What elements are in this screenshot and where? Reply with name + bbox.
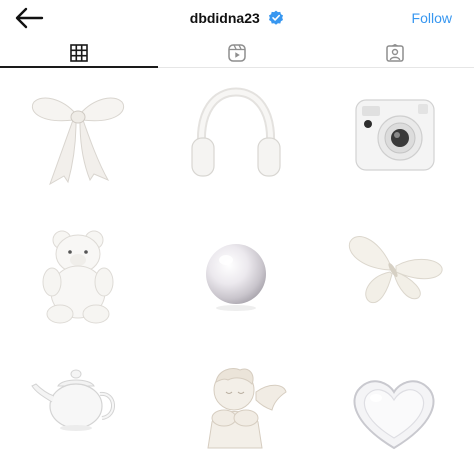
butterfly-icon xyxy=(348,236,443,304)
tagged-icon xyxy=(386,44,404,62)
tab-tagged[interactable] xyxy=(316,38,474,68)
bow-icon xyxy=(32,97,124,186)
headphones-icon xyxy=(191,87,281,177)
profile-screen: dbdidna23 Follow xyxy=(0,0,474,474)
teapot-icon xyxy=(31,369,115,431)
post-tile[interactable] xyxy=(316,206,472,336)
reels-icon xyxy=(228,44,246,62)
instant-camera-icon xyxy=(355,99,435,171)
post-grid xyxy=(0,70,474,474)
verified-badge-icon xyxy=(269,10,284,25)
profile-title: dbdidna23 xyxy=(0,8,474,28)
heart-glass-icon xyxy=(353,380,435,450)
username: dbdidna23 xyxy=(189,10,260,26)
pearl-icon xyxy=(206,244,266,311)
post-tile[interactable] xyxy=(158,342,314,472)
profile-header: dbdidna23 Follow xyxy=(0,0,474,36)
post-tile[interactable] xyxy=(0,206,156,336)
profile-tabs xyxy=(0,38,474,68)
teddy-bear-icon xyxy=(42,230,114,324)
tab-reels[interactable] xyxy=(158,38,316,68)
follow-button[interactable]: Follow xyxy=(412,8,452,28)
post-tile[interactable] xyxy=(158,70,314,200)
grid-icon xyxy=(70,44,88,62)
post-tile[interactable] xyxy=(158,206,314,336)
post-tile[interactable] xyxy=(316,70,472,200)
cherub-icon xyxy=(207,368,287,449)
post-tile[interactable] xyxy=(0,70,156,200)
post-tile[interactable] xyxy=(316,342,472,472)
post-tile[interactable] xyxy=(0,342,156,472)
tab-posts-grid[interactable] xyxy=(0,38,158,68)
active-tab-indicator xyxy=(0,66,158,68)
